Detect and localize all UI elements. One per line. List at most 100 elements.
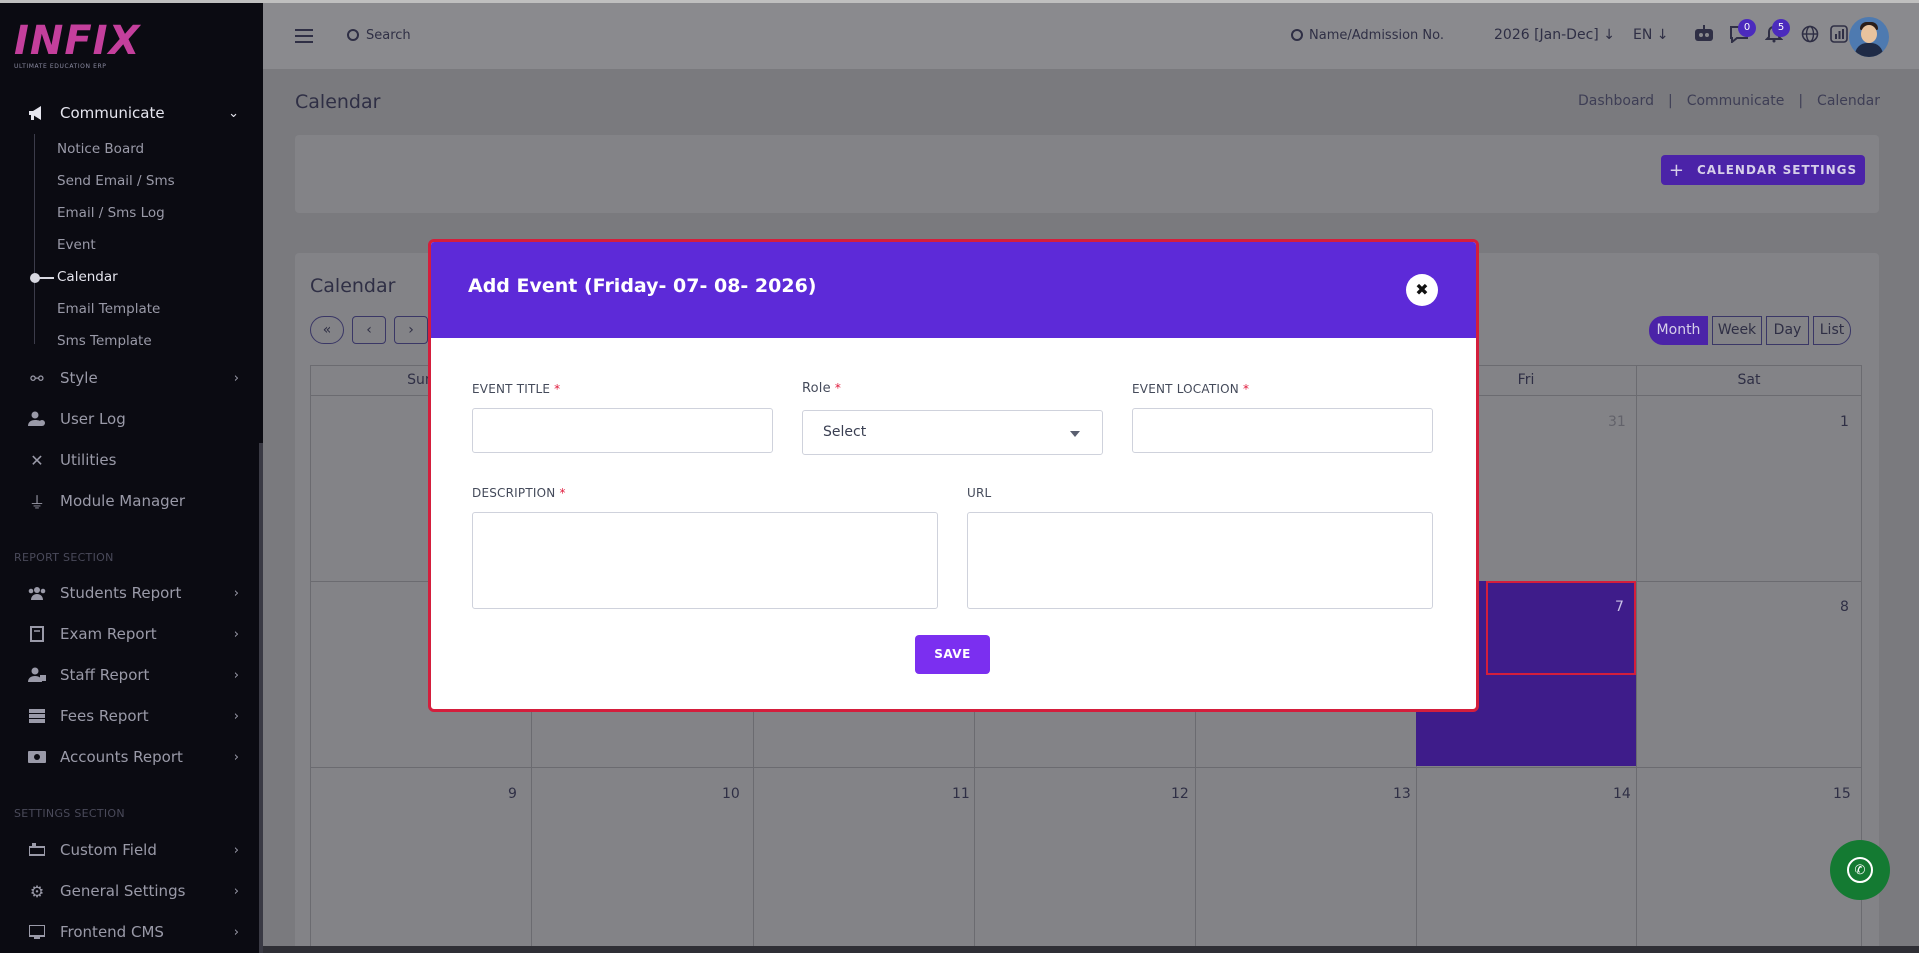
chevron-right-icon: ›: [233, 842, 239, 858]
sidebar-item-user-log[interactable]: User Log: [0, 402, 263, 436]
description-textarea[interactable]: [472, 512, 938, 609]
students-icon: [26, 582, 48, 604]
sidebar-item-label: General Settings: [60, 882, 186, 900]
sidebar-item-general-settings[interactable]: ⚙ General Settings ›: [0, 874, 263, 908]
required-mark: *: [834, 381, 842, 395]
sidebar-item-frontend-cms[interactable]: Frontend CMS ›: [0, 915, 263, 949]
sidebar-item-accounts-report[interactable]: Accounts Report ›: [0, 740, 263, 774]
brand-logo[interactable]: INFIX ULTIMATE EDUCATION ERP: [14, 21, 140, 70]
day-cell-number[interactable]: 14: [1613, 786, 1631, 802]
day-cell-number[interactable]: 31: [1608, 414, 1626, 430]
day-cell-number[interactable]: 15: [1833, 786, 1851, 802]
event-location-input[interactable]: [1132, 408, 1433, 453]
add-event-modal: Add Event (Friday- 07- 08- 2026) ✖ EVENT…: [428, 239, 1479, 712]
cms-icon: [26, 921, 48, 943]
robot-icon[interactable]: [1693, 25, 1715, 47]
analytics-icon[interactable]: [1828, 25, 1850, 47]
page-title: Calendar: [295, 91, 381, 113]
day-cell-number[interactable]: 13: [1393, 786, 1411, 802]
breadcrumb-communicate[interactable]: Communicate: [1687, 93, 1785, 109]
close-icon[interactable]: ✖: [1406, 274, 1438, 306]
calendar-settings-label: CALENDAR SETTINGS: [1696, 163, 1858, 177]
breadcrumb-dashboard[interactable]: Dashboard: [1578, 93, 1654, 109]
sidebar-item-staff-report[interactable]: Staff Report ›: [0, 658, 263, 692]
sidebar-item-fees-report[interactable]: Fees Report ›: [0, 699, 263, 733]
admission-search-input[interactable]: Name/Admission No.: [1309, 28, 1444, 43]
day-cell-number[interactable]: 9: [508, 786, 517, 802]
save-button[interactable]: SAVE: [915, 635, 990, 674]
logo-text: INFIX: [14, 18, 141, 64]
megaphone-icon: [26, 102, 48, 124]
style-icon: ⚯: [30, 368, 44, 388]
bottom-strip: [263, 946, 1919, 953]
globe-icon[interactable]: [1799, 25, 1821, 47]
sidebar-subitem-event[interactable]: Event: [57, 237, 96, 253]
sidebar-subitem-email-template[interactable]: Email Template: [57, 301, 160, 317]
next-month-button[interactable]: ›: [394, 316, 428, 344]
sidebar-item-label: Exam Report: [60, 625, 157, 643]
view-list-button[interactable]: List: [1813, 316, 1851, 345]
logo-tagline: ULTIMATE EDUCATION ERP: [14, 63, 107, 70]
day-cell-number[interactable]: 12: [1171, 786, 1189, 802]
sidebar-item-exam-report[interactable]: Exam Report ›: [0, 617, 263, 651]
sidebar-item-label: Accounts Report: [60, 748, 183, 766]
event-title-label: EVENT TITLE *: [472, 382, 560, 396]
sidebar-subitem-sms-template[interactable]: Sms Template: [57, 333, 152, 349]
sidebar-subitem-email-sms-log[interactable]: Email / Sms Log: [57, 205, 165, 221]
sidebar-subitem-send-email-sms[interactable]: Send Email / Sms: [57, 173, 175, 189]
breadcrumb-separator: |: [1667, 93, 1673, 109]
sidebar-item-utilities[interactable]: ✕ Utilities: [0, 443, 263, 477]
modal-title: Add Event (Friday- 07- 08- 2026): [468, 275, 817, 297]
view-week-button[interactable]: Week: [1712, 316, 1762, 345]
search-icon: [347, 29, 359, 41]
required-mark: *: [554, 382, 561, 396]
sidebar-item-students-report[interactable]: Students Report ›: [0, 576, 263, 610]
event-title-label-text: EVENT TITLE: [472, 382, 551, 396]
role-label: Role *: [802, 381, 841, 396]
sidebar-item-label: Utilities: [60, 451, 117, 469]
academic-year-select[interactable]: 2026 [Jan-Dec] ↓: [1494, 27, 1615, 43]
utilities-icon: ✕: [30, 450, 44, 470]
view-month-button[interactable]: Month: [1649, 316, 1708, 345]
user-log-icon: [26, 408, 48, 430]
search-input[interactable]: Search: [366, 28, 411, 43]
settings-card: [295, 135, 1879, 213]
sidebar-item-label: Style: [60, 369, 98, 387]
sidebar-item-communicate[interactable]: Communicate ⌄: [0, 96, 263, 130]
view-day-button[interactable]: Day: [1766, 316, 1809, 345]
description-label: DESCRIPTION *: [472, 486, 566, 500]
sidebar-subitem-calendar[interactable]: Calendar: [57, 269, 118, 285]
language-select[interactable]: EN ↓: [1633, 27, 1669, 43]
money-icon: [26, 746, 48, 768]
plug-icon: ⏚: [28, 493, 45, 512]
day-cell-number[interactable]: 10: [722, 786, 740, 802]
sidebar-item-style[interactable]: ⚯ Style ›: [0, 361, 263, 395]
arrow-down-icon: ↓: [1603, 27, 1615, 43]
grid-divider: [1636, 365, 1637, 953]
avatar-face: [1861, 25, 1877, 43]
staff-icon: [26, 664, 48, 686]
day-cell-number[interactable]: 8: [1840, 599, 1849, 615]
sidebar-item-custom-field[interactable]: Custom Field ›: [0, 833, 263, 867]
breadcrumb-separator: |: [1798, 93, 1804, 109]
whatsapp-button[interactable]: ✆: [1830, 840, 1890, 900]
settings-section-title: SETTINGS SECTION: [14, 807, 125, 820]
menu-toggle-icon[interactable]: [295, 29, 313, 43]
avatar[interactable]: [1849, 17, 1889, 57]
sidebar-item-module-manager[interactable]: ⏚ Module Manager: [0, 484, 263, 518]
calendar-settings-button[interactable]: + CALENDAR SETTINGS: [1661, 155, 1865, 185]
sidebar-subitem-notice-board[interactable]: Notice Board: [57, 141, 144, 157]
prev-month-button[interactable]: ‹: [352, 316, 386, 344]
role-select[interactable]: Select: [802, 410, 1103, 455]
modal-header: Add Event (Friday- 07- 08- 2026) ✖: [431, 242, 1476, 338]
prev-year-button[interactable]: «: [310, 316, 344, 344]
day-cell-number[interactable]: 7: [1615, 599, 1624, 615]
day-cell-number[interactable]: 1: [1840, 414, 1849, 430]
breadcrumb: Dashboard | Communicate | Calendar: [1578, 93, 1880, 109]
url-textarea[interactable]: [967, 512, 1433, 609]
day-cell-number[interactable]: 11: [952, 786, 970, 802]
event-title-input[interactable]: [472, 408, 773, 453]
sidebar-item-label: Students Report: [60, 584, 182, 602]
gear-icon: ⚙: [29, 881, 45, 901]
chevron-right-icon: ›: [233, 924, 239, 940]
